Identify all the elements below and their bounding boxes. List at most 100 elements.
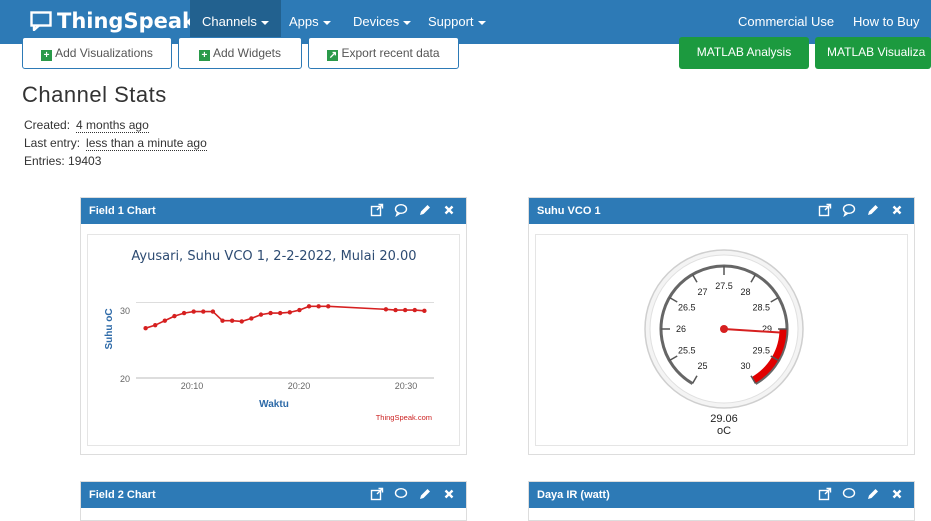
gauge-header: Suhu VCO 1 bbox=[529, 198, 914, 224]
data-point[interactable] bbox=[316, 304, 321, 309]
created-stat: Created: 4 months ago bbox=[24, 118, 149, 133]
data-point[interactable] bbox=[306, 304, 312, 309]
export-icon: ↗ bbox=[327, 50, 339, 61]
x-tick-label: 20:10 bbox=[181, 381, 204, 391]
open-external-icon[interactable] bbox=[818, 487, 832, 501]
comment-icon[interactable] bbox=[394, 203, 408, 218]
export-recent-data-label: Export recent data bbox=[341, 46, 440, 60]
chevron-down-icon bbox=[322, 20, 331, 25]
x-tick-label: 20:20 bbox=[288, 381, 311, 391]
data-point[interactable] bbox=[268, 310, 273, 316]
add-widgets-button[interactable]: + Add Widgets bbox=[178, 37, 302, 69]
edit-pencil-icon[interactable] bbox=[866, 203, 880, 217]
matlab-analysis-button[interactable]: MATLAB Analysis bbox=[679, 37, 809, 69]
data-point[interactable] bbox=[220, 318, 225, 323]
gauge-value: 29.06 bbox=[710, 413, 738, 425]
field-1-chart-header: Field 1 Chart bbox=[81, 198, 466, 224]
created-value: 4 months ago bbox=[76, 118, 149, 133]
gauge-body: 25 25.5 26 26.5 27 27.5 28 28.5 29 29.5 30 29.06 o… bbox=[535, 234, 908, 446]
data-point[interactable] bbox=[143, 326, 148, 331]
thingspeak-logo[interactable]: ThingSpeak™ bbox=[30, 9, 207, 33]
chevron-down-icon bbox=[260, 20, 269, 25]
open-external-icon[interactable] bbox=[818, 203, 832, 217]
nav-support-label: Support bbox=[428, 14, 474, 29]
data-point[interactable] bbox=[239, 319, 244, 324]
data-point[interactable] bbox=[153, 322, 158, 328]
entries-value: 19403 bbox=[68, 154, 102, 168]
comment-icon[interactable] bbox=[394, 487, 408, 501]
data-point[interactable] bbox=[229, 318, 235, 323]
data-point[interactable] bbox=[277, 310, 283, 316]
data-point[interactable] bbox=[191, 309, 196, 314]
last-entry-label: Last entry: bbox=[24, 136, 81, 150]
chevron-down-icon bbox=[477, 20, 486, 25]
data-point[interactable] bbox=[383, 307, 389, 312]
gauge-tick-label: 25.5 bbox=[678, 346, 696, 356]
add-visualizations-label: Add Visualizations bbox=[55, 46, 153, 60]
gauge-tick-label: 30 bbox=[740, 361, 750, 371]
comment-icon[interactable] bbox=[842, 487, 856, 501]
daya-ir-header: Daya IR (watt) bbox=[529, 482, 914, 508]
gauge-tick-label: 29.5 bbox=[752, 346, 770, 356]
add-visualizations-button[interactable]: + Add Visualizations bbox=[22, 37, 172, 69]
entries-stat: Entries: 19403 bbox=[24, 154, 101, 168]
edit-pencil-icon[interactable] bbox=[418, 487, 432, 501]
data-point[interactable] bbox=[181, 310, 187, 316]
data-point[interactable] bbox=[162, 318, 168, 323]
y-tick-label: 30 bbox=[120, 306, 130, 316]
chart-title: Ayusari, Suhu VCO 1, 2-2-2022, Mulai 20.… bbox=[131, 249, 416, 264]
gauge-tick-label: 28.5 bbox=[752, 303, 770, 313]
open-external-icon[interactable] bbox=[370, 487, 384, 501]
edit-pencil-icon[interactable] bbox=[418, 203, 432, 217]
data-point[interactable] bbox=[326, 304, 331, 309]
data-point[interactable] bbox=[201, 309, 206, 314]
data-point[interactable] bbox=[402, 307, 408, 313]
field-1-chart-panel: Field 1 Chart Ayusari, Suhu VCO 1, 2-2-2… bbox=[80, 197, 467, 455]
series-line bbox=[145, 305, 425, 329]
entries-label: Entries: bbox=[24, 154, 65, 168]
field-1-chart-body: Ayusari, Suhu VCO 1, 2-2-2022, Mulai 20.… bbox=[87, 234, 460, 446]
created-label: Created: bbox=[24, 118, 71, 132]
close-icon[interactable] bbox=[442, 487, 456, 501]
last-entry-stat: Last entry: less than a minute ago bbox=[24, 136, 207, 151]
daya-ir-title: Daya IR (watt) bbox=[537, 489, 610, 501]
edit-pencil-icon[interactable] bbox=[866, 487, 880, 501]
close-icon[interactable] bbox=[442, 203, 456, 217]
brand-name: ThingSpeak bbox=[57, 9, 196, 33]
channel-stats-heading: Channel Stats bbox=[22, 82, 167, 107]
add-widgets-label: Add Widgets bbox=[212, 46, 282, 60]
data-point[interactable] bbox=[412, 307, 417, 313]
export-recent-data-button[interactable]: ↗ Export recent data bbox=[308, 37, 459, 69]
close-icon[interactable] bbox=[890, 203, 904, 217]
gauge-hub bbox=[720, 325, 728, 333]
open-external-icon[interactable] bbox=[370, 203, 384, 217]
comment-icon[interactable] bbox=[842, 203, 856, 218]
gauge-tick-label: 28 bbox=[740, 287, 750, 297]
data-point[interactable] bbox=[172, 313, 177, 319]
data-point[interactable] bbox=[287, 310, 293, 315]
data-point[interactable] bbox=[393, 307, 398, 313]
data-point[interactable] bbox=[258, 312, 264, 317]
gauge-tick-label: 27 bbox=[697, 287, 707, 297]
panel-actions bbox=[818, 487, 904, 501]
data-point[interactable] bbox=[422, 308, 427, 314]
close-icon[interactable] bbox=[890, 487, 904, 501]
gauge-tick-label: 25 bbox=[697, 361, 707, 371]
temperature-gauge: 2525.52626.52727.52828.52929.530 29.06 o… bbox=[644, 249, 804, 437]
field-2-chart-title: Field 2 Chart bbox=[89, 489, 156, 501]
panel-actions bbox=[818, 203, 904, 218]
matlab-visualization-button[interactable]: MATLAB Visualiza bbox=[815, 37, 931, 69]
data-point[interactable] bbox=[210, 309, 216, 314]
data-point[interactable] bbox=[297, 307, 302, 313]
gauge-tick-label: 26 bbox=[676, 324, 686, 334]
plus-icon: + bbox=[41, 50, 53, 61]
daya-ir-panel: Daya IR (watt) bbox=[528, 481, 915, 521]
panel-actions bbox=[370, 203, 456, 218]
field-1-chart-title: Field 1 Chart bbox=[89, 205, 156, 217]
data-point[interactable] bbox=[249, 316, 254, 321]
panel-actions bbox=[370, 487, 456, 501]
gauge-title: Suhu VCO 1 bbox=[537, 205, 601, 217]
field-2-chart-header: Field 2 Chart bbox=[81, 482, 466, 508]
y-tick-label: 20 bbox=[120, 374, 130, 384]
thingspeak-credit: ThingSpeak.com bbox=[376, 413, 432, 422]
